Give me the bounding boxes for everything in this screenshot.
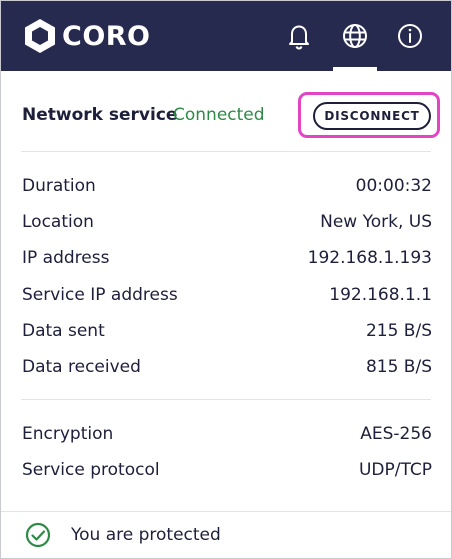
detail-label: Encryption <box>22 424 114 444</box>
info-icon[interactable] <box>395 21 425 51</box>
detail-label: Location <box>22 212 94 232</box>
detail-value: 192.168.1.193 <box>307 248 432 268</box>
detail-label: Service protocol <box>22 460 160 480</box>
detail-row-data-received: Data received 815 B/S <box>22 355 432 379</box>
vpn-panel: CORO Network service Connected DISCONNEC… <box>0 0 452 559</box>
protection-status-text: You are protected <box>71 525 221 545</box>
detail-value: UDP/TCP <box>358 460 432 480</box>
detail-label: Data received <box>22 357 141 377</box>
bell-icon[interactable] <box>284 21 314 51</box>
detail-row-service-ip: Service IP address 192.168.1.1 <box>22 283 432 307</box>
globe-icon[interactable] <box>340 21 370 51</box>
detail-row-ip-address: IP address 192.168.1.193 <box>22 246 432 270</box>
section-divider <box>21 399 431 400</box>
app-header: CORO <box>1 1 451 71</box>
protection-status-footer: You are protected <box>1 512 451 558</box>
connection-status: Connected <box>173 105 265 125</box>
disconnect-button[interactable]: DISCONNECT <box>313 102 431 130</box>
detail-label: Data sent <box>22 321 105 341</box>
detail-row-location: Location New York, US <box>22 210 432 234</box>
detail-row-service-protocol: Service protocol UDP/TCP <box>22 458 432 482</box>
logo-text: CORO <box>62 20 151 52</box>
detail-value: 00:00:32 <box>355 176 432 196</box>
detail-value: New York, US <box>320 212 432 232</box>
detail-label: IP address <box>22 248 110 268</box>
coro-logo: CORO <box>23 18 151 54</box>
detail-value: 215 B/S <box>365 321 432 341</box>
section-divider <box>21 151 431 152</box>
detail-label: Service IP address <box>22 285 178 305</box>
detail-row-data-sent: Data sent 215 B/S <box>22 319 432 343</box>
detail-value: 192.168.1.1 <box>329 285 432 305</box>
detail-label: Duration <box>22 176 96 196</box>
network-service-label: Network service <box>22 105 178 125</box>
network-status-row: Network service Connected DISCONNECT <box>1 71 451 151</box>
detail-value: AES-256 <box>360 424 432 444</box>
detail-row-encryption: Encryption AES-256 <box>22 422 432 446</box>
detail-row-duration: Duration 00:00:32 <box>22 174 432 198</box>
coro-hexagon-icon <box>25 19 55 53</box>
detail-value: 815 B/S <box>365 357 432 377</box>
check-circle-icon <box>25 522 51 548</box>
